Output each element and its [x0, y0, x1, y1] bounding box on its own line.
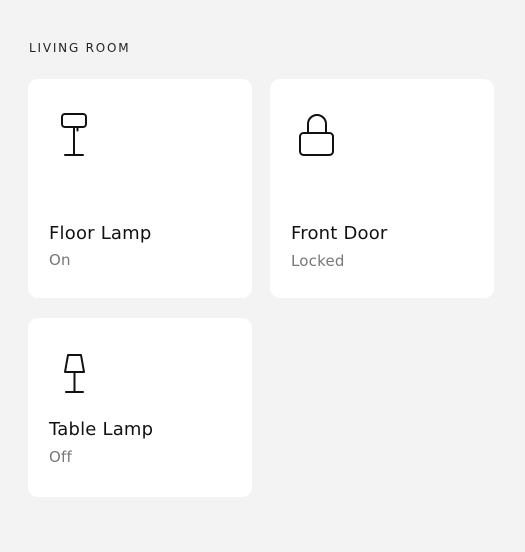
device-card-floor-lamp[interactable]: Floor Lamp On [28, 79, 252, 298]
device-status: Locked [291, 252, 345, 270]
device-name: Table Lamp [49, 419, 154, 440]
device-status: Off [49, 448, 72, 466]
section-title: LIVING ROOM [29, 41, 131, 55]
device-card-table-lamp[interactable]: Table Lamp Off [28, 318, 252, 497]
device-card-front-door[interactable]: Front Door Locked [270, 79, 494, 298]
device-name: Floor Lamp [49, 223, 152, 244]
table-lamp-icon [48, 346, 104, 402]
floor-lamp-icon [48, 107, 104, 163]
device-status: On [49, 251, 71, 269]
device-name: Front Door [291, 223, 388, 244]
lock-icon [290, 107, 346, 163]
